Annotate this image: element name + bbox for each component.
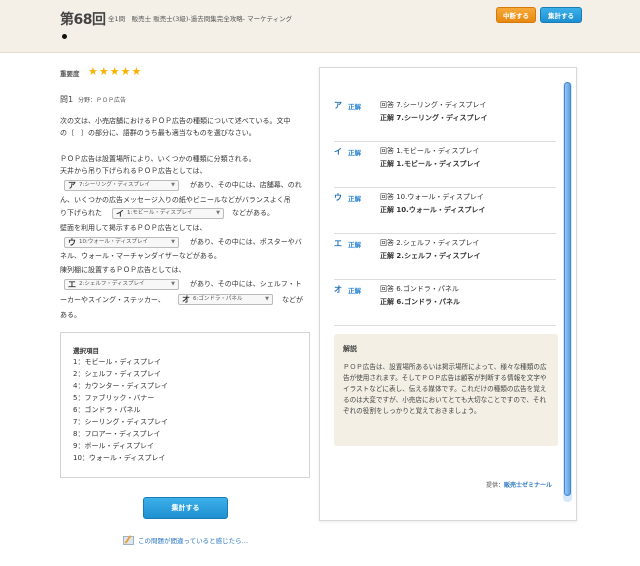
question-field: 分野：ＰＯＰ広告	[78, 97, 127, 104]
explanation-text: ＰＯＰ広告は、設置場所あるいは掲示場所によって、様々な種類の広告が使用されます。…	[343, 363, 547, 415]
answer-label: ア	[334, 101, 342, 110]
select-i-label: イ	[116, 209, 124, 218]
body-line: ネル、ウォール・マーチャンダイザーなどがある。	[60, 252, 221, 260]
answer-result: 正解	[348, 287, 361, 295]
select-a[interactable]: ア 7:シーリング・ディスプレイ ▼	[64, 180, 179, 191]
credit-link[interactable]: 販売士ゼミナール	[504, 482, 552, 489]
report-link[interactable]: この問題が間違っていると感じたら…	[123, 535, 248, 545]
intro-line-2: の〔 〕の部分に、語群のうち最も適当なものを選びなさい。	[60, 129, 256, 137]
answer-row: エ 正解 回答 2.シェルフ・ディスプレイ 正解 2.シェルフ・ディスプレイ	[334, 234, 556, 280]
choice-item: 2：シェルフ・ディスプレイ	[73, 370, 161, 378]
body-line: 壁面を利用して掲示するＰＯＰ広告としては、	[60, 224, 207, 232]
answer-row: イ 正解 回答 1.モビール・ディスプレイ 正解 1.モビール・ディスプレイ	[334, 142, 556, 188]
answer-result: 正解	[348, 103, 361, 111]
choices-box: 選択項目 1：モビール・ディスプレイ 2：シェルフ・ディスプレイ 4：カウンター…	[60, 332, 310, 478]
choice-item: 1：モビール・ディスプレイ	[73, 358, 161, 366]
choice-item: 7：シーリング・ディスプレイ	[73, 418, 168, 426]
chevron-down-icon: ▼	[171, 239, 175, 245]
choice-item: 6：ゴンドラ・パネル	[73, 406, 141, 414]
choice-item: 8：フロアー・ディスプレイ	[73, 430, 161, 438]
answer-result: 正解	[348, 195, 361, 203]
chevron-down-icon: ▼	[171, 182, 175, 188]
answer-row: ウ 正解 回答 10.ウォール・ディスプレイ 正解 10.ウォール・ディスプレイ	[334, 188, 556, 234]
choice-item: 10：ウォール・ディスプレイ	[73, 454, 166, 462]
select-u[interactable]: ウ 10:ウォール・ディスプレイ ▼	[64, 237, 179, 248]
explanation-title: 解説	[343, 345, 357, 353]
body-line: などがある。	[232, 209, 274, 217]
select-e-label: エ	[68, 280, 76, 289]
chevron-down-icon: ▼	[171, 281, 175, 287]
bullet-dot	[62, 34, 67, 39]
body-line: ある。	[60, 311, 81, 319]
answer-row: ア 正解 回答 7.シーリング・ディスプレイ 正解 7.シーリング・ディスプレイ	[334, 96, 556, 142]
body-line: 天井から吊り下げられるＰＯＰ広告としては、	[60, 167, 207, 175]
answer-result: 正解	[348, 149, 361, 157]
credit: 提供：販売士ゼミナール	[486, 480, 552, 489]
answer-label: ウ	[334, 193, 342, 202]
select-u-value: 10:ウォール・ディスプレイ	[79, 239, 148, 245]
exam-subtitle: 全1問 販売士 販売士(3級)-過去問集完全攻略- マーケティング	[108, 15, 293, 23]
pencil-note-icon	[123, 536, 134, 545]
answer-user: 回答 7.シーリング・ディスプレイ	[380, 101, 487, 109]
answer-user: 回答 6.ゴンドラ・パネル	[380, 285, 459, 293]
answer-label: オ	[334, 285, 342, 294]
answer-correct: 正解 1.モビール・ディスプレイ	[380, 160, 481, 168]
choice-item: 9：ボール・ディスプレイ	[73, 442, 154, 450]
select-a-value: 7:シーリング・ディスプレイ	[79, 182, 150, 188]
answer-label: エ	[334, 239, 342, 248]
scrollbar-thumb[interactable]	[564, 82, 571, 496]
body-line: り下げられた	[60, 209, 102, 217]
select-i[interactable]: イ 1:モビール・ディスプレイ ▼	[112, 208, 224, 219]
body-line: があり、その中には、シェルフ・ト	[190, 280, 302, 288]
importance-stars: ★★★★★	[88, 65, 143, 78]
select-u-label: ウ	[68, 238, 76, 247]
answer-label: イ	[334, 147, 342, 156]
answer-correct: 正解 7.シーリング・ディスプレイ	[380, 114, 488, 122]
round-title: 第68回	[60, 12, 106, 28]
credit-prefix: 提供：	[486, 482, 505, 489]
answer-correct: 正解 10.ウォール・ディスプレイ	[380, 206, 486, 214]
importance-label: 重要度	[60, 70, 80, 78]
select-a-label: ア	[68, 181, 76, 190]
choice-item: 4：カウンター・ディスプレイ	[73, 382, 168, 390]
intro-line-1: 次の文は、小売店舗におけるＰＯＰ広告の種類について述べている。文中	[60, 117, 291, 125]
answer-user: 回答 1.モビール・ディスプレイ	[380, 147, 480, 155]
answer-result: 正解	[348, 241, 361, 249]
answer-correct: 正解 2.シェルフ・ディスプレイ	[380, 252, 481, 260]
select-e[interactable]: エ 2:シェルフ・ディスプレイ ▼	[64, 279, 179, 290]
select-i-value: 1:モビール・ディスプレイ	[127, 210, 193, 216]
body-line: ＰＯＰ広告は設置場所により、いくつかの種類に分類される。	[60, 155, 256, 163]
body-line: 陳列棚に設置するＰＯＰ広告としては、	[60, 266, 186, 274]
choice-item: 5：ファブリック・バナー	[73, 394, 155, 402]
body-line: ん、いくつかの広告メッセージ入りの紙やビニールなどがバランスよく吊	[60, 196, 291, 204]
choices-title: 選択項目	[73, 347, 99, 355]
select-o-label: オ	[182, 295, 190, 304]
select-o-value: 6:ゴンドラ・パネル	[193, 296, 243, 302]
select-o[interactable]: オ 6:ゴンドラ・パネル ▼	[178, 294, 273, 305]
chevron-down-icon: ▼	[216, 210, 220, 216]
question-number: 問1	[60, 95, 74, 104]
answer-row: オ 正解 回答 6.ゴンドラ・パネル 正解 6.ゴンドラ・パネル	[334, 280, 556, 326]
explanation-box: 解説 ＰＯＰ広告は、設置場所あるいは掲示場所によって、様々な種類の広告が使用され…	[334, 334, 558, 446]
body-line: などが	[282, 296, 303, 304]
report-link-text: この問題が間違っていると感じたら…	[138, 537, 249, 545]
tally-button[interactable]: 集計する	[143, 497, 228, 519]
body-line: ーカーやスイング・ステッカー、	[60, 296, 165, 304]
chevron-down-icon: ▼	[265, 296, 269, 302]
tally-top-button[interactable]: 集計する	[540, 7, 582, 23]
body-line: があり、その中には、ポスターやバ	[190, 238, 302, 246]
answer-user: 回答 10.ウォール・ディスプレイ	[380, 193, 484, 201]
select-e-value: 2:シェルフ・ディスプレイ	[79, 281, 145, 287]
body-line: があり、その中には、店舗幕、のれ	[190, 181, 302, 189]
answer-correct: 正解 6.ゴンドラ・パネル	[380, 298, 460, 306]
answer-user: 回答 2.シェルフ・ディスプレイ	[380, 239, 480, 247]
suspend-button[interactable]: 中断する	[496, 7, 536, 23]
